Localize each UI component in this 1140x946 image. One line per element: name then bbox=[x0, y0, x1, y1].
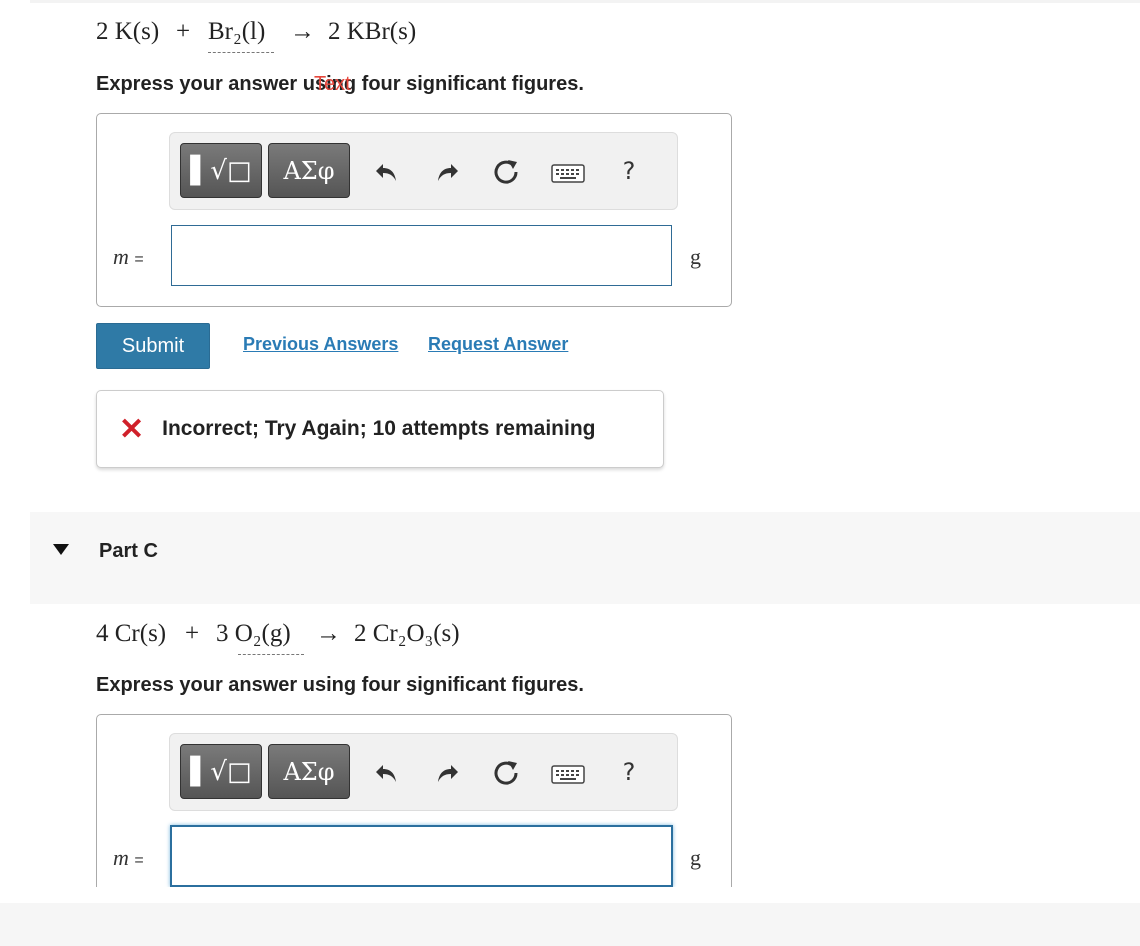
help-button[interactable]: ? bbox=[616, 757, 642, 787]
submit-button[interactable]: Submit bbox=[96, 323, 210, 369]
template-button[interactable]: ▌√□ bbox=[180, 143, 262, 198]
unit-label-part-c: g bbox=[690, 845, 701, 870]
keyboard-icon[interactable] bbox=[550, 160, 586, 186]
equation-lhs1: 4 Cr(s) bbox=[96, 620, 167, 647]
part-c-header[interactable] bbox=[30, 512, 1140, 604]
text-overlay-label: Text bbox=[314, 73, 351, 95]
triangle-down-icon[interactable] bbox=[52, 542, 70, 556]
equation-rhs: 2 Cr₂O₃(s) bbox=[354, 620, 460, 647]
equation-part-b: 2 K(s) + Br₂(l) → 2 KBr(s) bbox=[96, 18, 456, 53]
part-c-title: Part C bbox=[99, 540, 158, 562]
equation-arrow: → bbox=[290, 18, 315, 45]
equation-lhs2: 3 O₂(g) bbox=[216, 620, 291, 647]
top-divider bbox=[30, 0, 1140, 3]
undo-icon[interactable] bbox=[372, 759, 400, 787]
answer-input-part-c[interactable] bbox=[170, 825, 673, 887]
instruction-part-c: Express your answer using four significa… bbox=[96, 674, 584, 696]
equation-rhs: 2 KBr(s) bbox=[328, 18, 417, 45]
unit-label-part-b: g bbox=[690, 244, 701, 269]
request-answer-link[interactable]: Request Answer bbox=[428, 334, 568, 355]
redo-icon[interactable] bbox=[434, 759, 462, 787]
mass-label-part-c: m = bbox=[113, 845, 144, 870]
equation-lhs2: Br₂(l) bbox=[208, 18, 266, 45]
equation-part-c: 4 Cr(s) + 3 O₂(g) → 2 Cr₂O₃(s) bbox=[96, 620, 496, 655]
template-button[interactable]: ▌√□ bbox=[180, 744, 262, 799]
feedback-box: ✕ Incorrect; Try Again; 10 attempts rema… bbox=[96, 390, 664, 468]
undo-icon[interactable] bbox=[372, 158, 400, 186]
previous-answers-link[interactable]: Previous Answers bbox=[243, 334, 398, 355]
greek-symbols-button[interactable]: ΑΣφ bbox=[268, 744, 350, 799]
equation-plus: + bbox=[176, 18, 191, 45]
help-button[interactable]: ? bbox=[616, 156, 642, 186]
equation-lhs1: 2 K(s) bbox=[96, 18, 160, 45]
feedback-message: Incorrect; Try Again; 10 attempts remain… bbox=[162, 417, 596, 440]
equation-plus: + bbox=[185, 620, 200, 647]
crop-gap bbox=[96, 887, 736, 903]
x-icon: ✕ bbox=[119, 412, 145, 446]
redo-icon[interactable] bbox=[434, 158, 462, 186]
answer-input-part-b[interactable] bbox=[171, 225, 672, 286]
greek-symbols-button[interactable]: ΑΣφ bbox=[268, 143, 350, 198]
bottom-strip bbox=[0, 903, 1140, 946]
equation-arrow: → bbox=[316, 620, 341, 647]
reset-icon[interactable] bbox=[490, 155, 522, 187]
reset-icon[interactable] bbox=[490, 756, 522, 788]
mass-label-part-b: m = bbox=[113, 244, 144, 269]
keyboard-icon[interactable] bbox=[550, 761, 586, 787]
